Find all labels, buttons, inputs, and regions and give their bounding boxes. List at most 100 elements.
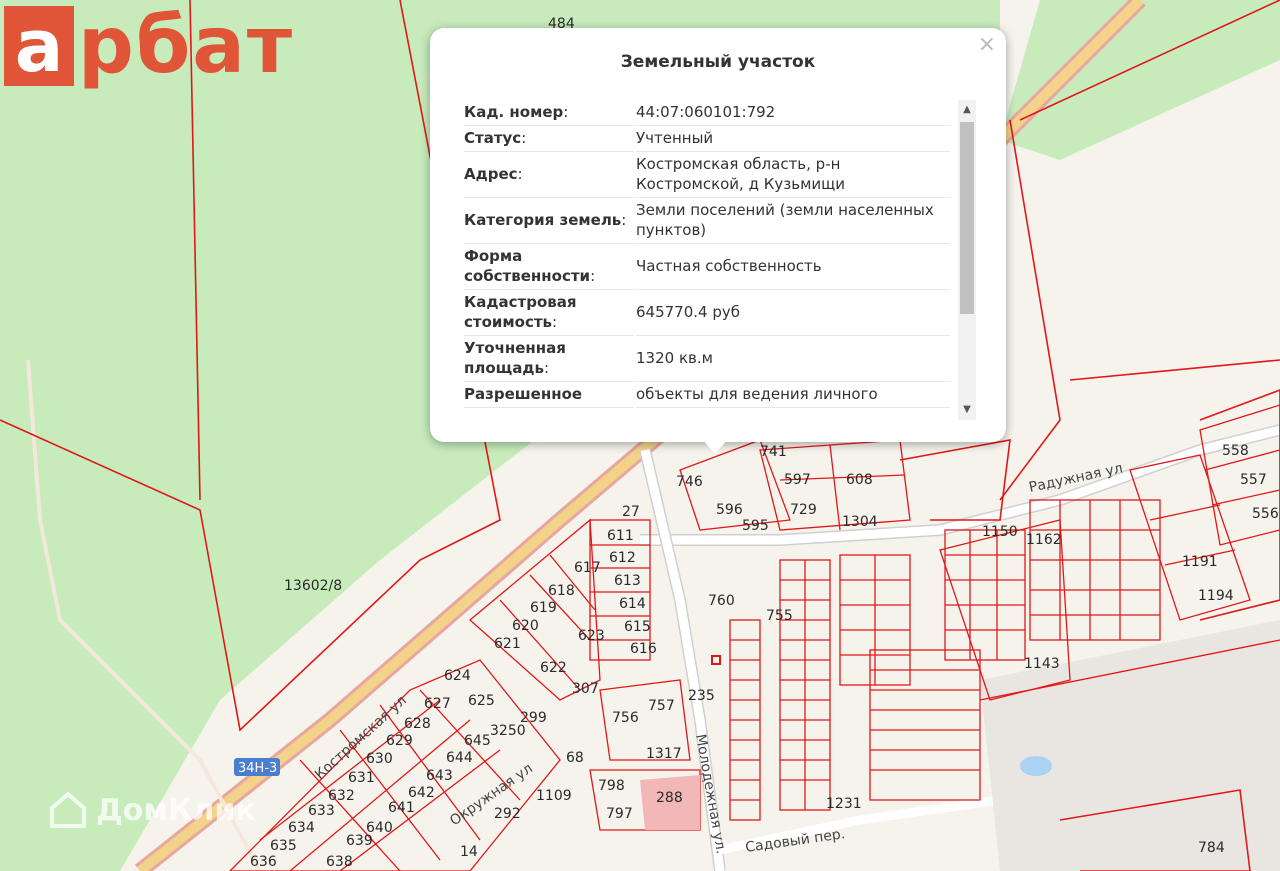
row-key: Кадастровая стоимость (464, 293, 577, 331)
table-row: Статус: Учтенный (464, 126, 950, 152)
parcel-label: 629 (386, 733, 413, 749)
scroll-down-icon[interactable]: ▼ (958, 400, 976, 420)
house-icon (50, 791, 86, 828)
row-key: Форма собственности (464, 247, 591, 285)
parcel-label: 640 (366, 820, 393, 836)
row-value: 1320 кв.м (636, 336, 950, 382)
parcel-label: 1150 (982, 524, 1018, 540)
parcel-label: 27 (622, 504, 640, 520)
forest-area-east (1000, 0, 1280, 160)
parcel-label: 618 (548, 583, 575, 599)
row-key: Разрешенное (464, 385, 583, 403)
parcel-label: 611 (607, 528, 634, 544)
parcel-label: 558 (1222, 443, 1249, 459)
parcel-label: 299 (520, 710, 547, 726)
parcel-label: 612 (609, 550, 636, 566)
row-value: Земли поселений (земли населенных пункто… (636, 198, 950, 244)
parcel-label: 608 (846, 472, 873, 488)
row-value: объекты для ведения личного (636, 382, 950, 408)
parcel-label: 757 (648, 698, 675, 714)
row-key: Статус (464, 129, 522, 147)
row-key: Кад. номер (464, 103, 564, 121)
table-row: Категория земель: Земли поселений (земли … (464, 198, 950, 244)
parcel-label: 741 (760, 444, 787, 460)
parcel-label: 641 (388, 800, 415, 816)
parcel-label: 642 (408, 785, 435, 801)
table-row: Кадастровая стоимость: 645770.4 руб (464, 290, 950, 336)
parcel-label: 68 (566, 750, 584, 766)
parcel-label: 784 (1198, 840, 1225, 856)
parcel-label: 1109 (536, 788, 572, 804)
parcel-label: 1317 (646, 746, 682, 762)
parcel-label: 638 (326, 854, 353, 870)
parcel-label: 556 (1252, 506, 1279, 522)
parcel-label: 636 (250, 854, 277, 870)
selected-parcel-marker[interactable] (711, 655, 721, 665)
parcel-label: 633 (308, 803, 335, 819)
parcel-label: 615 (624, 619, 651, 635)
parcel-label: 619 (530, 600, 557, 616)
parcel-label: 597 (784, 472, 811, 488)
row-value: Частная собственность (636, 244, 950, 290)
brand-logo-text: рбат (78, 1, 295, 91)
parcel-label: 755 (766, 608, 793, 624)
pond (1020, 756, 1052, 776)
parcel-label: 595 (742, 518, 769, 534)
popup-title: Земельный участок (620, 52, 816, 72)
parcel-label: 746 (676, 474, 703, 490)
row-key: Категория земель (464, 211, 622, 229)
parcel-label: 307 (572, 681, 599, 697)
parcel-label: 644 (446, 750, 473, 766)
parcel-label: 622 (540, 660, 567, 676)
domclick-watermark: ДомКлик (48, 790, 256, 830)
parcel-label: 632 (328, 788, 355, 804)
parcel-label: 643 (426, 768, 453, 784)
parcel-label: 613 (614, 573, 641, 589)
parcel-label: 1194 (1198, 588, 1234, 604)
popup-scrollbar[interactable]: ▲ ▼ (958, 100, 976, 420)
parcel-label: 13602/8 (284, 578, 342, 594)
parcel-label: 1231 (826, 796, 862, 812)
row-value: Костромская область, р-н Костромской, д … (636, 152, 950, 198)
parcel-label: 797 (606, 806, 633, 822)
row-key: Адрес (464, 165, 518, 183)
row-value: 44:07:060101:792 (636, 100, 950, 126)
parcel-label: 645 (464, 733, 491, 749)
row-value: Учтенный (636, 126, 950, 152)
parcel-label: 292 (494, 806, 521, 822)
parcel-label: 760 (708, 593, 735, 609)
table-row: Адрес: Костромская область, р-н Костромск… (464, 152, 950, 198)
road-label-okruzhnaya: Окружная ул (447, 760, 536, 829)
parcel-label: 557 (1240, 472, 1267, 488)
parcel-label: 14 (460, 844, 478, 860)
parcel-label: 235 (688, 688, 715, 704)
watermark-text: ДомКлик (96, 792, 256, 828)
parcel-label: 627 (424, 696, 451, 712)
highway-shield: 34Н-3 (234, 758, 280, 776)
table-row: Форма собственности: Частная собственност… (464, 244, 950, 290)
parcel-label: 614 (619, 596, 646, 612)
parcel-label: 1162 (1026, 532, 1062, 548)
scroll-up-icon[interactable]: ▲ (958, 100, 976, 120)
brand-logo-mark: а (4, 6, 74, 86)
road-raduzhnaya-fill (640, 425, 1280, 545)
parcel-label: 628 (404, 716, 431, 732)
table-row: Разрешенное объекты для ведения личного (464, 382, 950, 408)
parcel-label: 631 (348, 770, 375, 786)
popup-scroll-area[interactable]: Кад. номер: 44:07:060101:792 Статус: Учтен… (462, 100, 976, 422)
parcel-label: 617 (574, 560, 601, 576)
scrollbar-thumb[interactable] (960, 122, 974, 314)
parcel-info-popup: Земельный участок × Кад. номер: 44:07:060… (430, 28, 1006, 442)
parcel-label: 1143 (1024, 656, 1060, 672)
table-row: Кад. номер: 44:07:060101:792 (464, 100, 950, 126)
parcel-label: 624 (444, 668, 471, 684)
popup-pointer (703, 440, 727, 454)
parcel-label: 634 (288, 820, 315, 836)
table-row: Уточненная площадь: 1320 кв.м (464, 336, 950, 382)
parcel-label: 616 (630, 641, 657, 657)
close-icon[interactable]: × (978, 32, 996, 57)
parcel-label: 1304 (842, 514, 878, 530)
parcel-label: 623 (578, 628, 605, 644)
parcel-label: 288 (656, 790, 683, 806)
row-key: Уточненная площадь (464, 339, 566, 377)
